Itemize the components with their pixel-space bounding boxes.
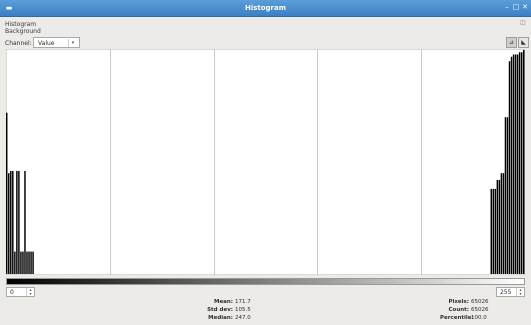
- histogram-bar: [6, 112, 8, 274]
- histogram-bar: [498, 179, 501, 274]
- histogram-bar: [10, 170, 12, 274]
- histogram-bar: [32, 251, 34, 274]
- linear-scale-button[interactable]: ⊿: [506, 37, 517, 48]
- close-icon[interactable]: ✕: [521, 3, 529, 12]
- histogram-bar: [490, 188, 492, 274]
- stat-label: Count:: [448, 307, 469, 313]
- histogram-bar: [18, 170, 20, 274]
- minimize-icon[interactable]: –: [503, 3, 511, 12]
- stat-percentile: Percentile:100.0: [440, 314, 489, 322]
- range-end-value: 255: [500, 289, 512, 296]
- histogram-bar: [28, 251, 30, 274]
- histogram-bar: [492, 188, 495, 274]
- histogram-bar: [522, 50, 525, 274]
- stat-value: 65026: [471, 299, 489, 305]
- histogram-bar: [506, 117, 509, 274]
- histogram-bar: [12, 170, 14, 274]
- dock-icon[interactable]: ◫: [520, 20, 526, 26]
- window-title: Histogram: [244, 4, 287, 12]
- histogram-bar: [514, 54, 517, 275]
- histogram-bar: [516, 54, 519, 275]
- histogram-bar: [508, 61, 511, 275]
- histogram-bar: [30, 251, 32, 274]
- stat-median: Median: 247.0: [196, 314, 251, 322]
- stat-value: 65026: [471, 307, 489, 313]
- stats-left: Mean: 171.7 Std dev: 105.5 Median: 247.0: [196, 298, 251, 322]
- histogram-bar: [8, 173, 10, 274]
- plot-background: [6, 49, 525, 275]
- histogram-bar: [518, 52, 521, 274]
- stat-label: Percentile:: [440, 315, 474, 321]
- channel-select-value: Value: [38, 40, 55, 47]
- range-start-value: 0: [10, 289, 14, 296]
- drawable-name: Background: [5, 28, 41, 35]
- stat-value: 105.5: [235, 307, 251, 313]
- stat-pixels: Pixels: 65026: [440, 298, 489, 306]
- stat-label: Std dev:: [207, 307, 233, 313]
- histogram-bar: [496, 179, 499, 274]
- histogram-bar: [24, 170, 26, 274]
- stat-value: 100.0: [471, 315, 487, 321]
- histogram-bar: [14, 251, 16, 274]
- histogram-bar: [16, 170, 18, 274]
- stat-std-dev: Std dev: 105.5: [196, 306, 251, 314]
- channel-select[interactable]: Value ▾: [33, 37, 80, 48]
- log-scale-button[interactable]: ◣: [518, 37, 529, 48]
- stat-count: Count: 65026: [440, 306, 489, 314]
- stat-label: Pixels:: [448, 299, 469, 305]
- histogram-bar: [494, 188, 497, 274]
- histogram-bar: [520, 52, 523, 274]
- stat-label: Median:: [208, 315, 233, 321]
- maximize-icon[interactable]: □: [512, 3, 520, 12]
- range-start-spinner[interactable]: 0 ▴ ▾: [6, 287, 35, 297]
- linear-histogram-icon: ⊿: [508, 39, 515, 46]
- histogram-bar: [504, 117, 507, 274]
- range-end-spinner[interactable]: 255 ▴ ▾: [496, 287, 525, 297]
- histogram-bar: [512, 54, 515, 275]
- channel-label: Channel:: [5, 40, 32, 47]
- histogram-bar: [500, 173, 503, 274]
- stats-right: Pixels: 65026 Count: 65026 Percentile:100.…: [440, 298, 489, 322]
- log-histogram-icon: ◣: [521, 39, 526, 46]
- dialog-heading: Histogram: [5, 21, 37, 28]
- histogram-bar: [22, 251, 24, 274]
- value-gradient-bar: [6, 278, 525, 285]
- histogram-plot[interactable]: [6, 49, 525, 275]
- stat-mean: Mean: 171.7: [196, 298, 251, 306]
- histogram-bar: [20, 251, 22, 274]
- histogram-bar: [26, 251, 28, 274]
- chevron-down-icon: ▾: [68, 39, 77, 47]
- stat-label: Mean:: [213, 299, 233, 305]
- spinner-arrows-icon[interactable]: ▴ ▾: [516, 288, 524, 296]
- histogram-bar: [502, 173, 505, 274]
- window-titlebar: ▬ Histogram – □ ✕: [0, 0, 531, 17]
- spinner-arrows-icon[interactable]: ▴ ▾: [26, 288, 34, 296]
- stat-value: 247.0: [235, 315, 251, 321]
- stat-value: 171.7: [235, 299, 251, 305]
- histogram-bar: [510, 56, 513, 274]
